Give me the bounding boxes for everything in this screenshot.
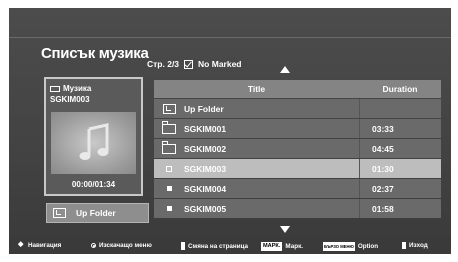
footer-option: БЪРЗО МЕНЮ Option [323,242,378,251]
quick-menu-key: БЪРЗО МЕНЮ [323,242,355,251]
list-item-up-folder[interactable]: Up Folder [154,99,441,118]
album-art [51,112,136,174]
up-folder-icon [162,103,176,114]
list-item-duration: 02:37 [359,179,441,198]
list-item-title: SGKIM004 [184,183,227,194]
list-item-duration: 01:30 [359,159,441,178]
footer-popup-menu: Изскачащо меню [91,242,152,249]
list-item-title: SGKIM001 [184,123,227,134]
footer-navigation: Навигация [18,240,62,249]
footer-navigation-label: Навигация [28,242,62,249]
column-title: Title [247,84,266,94]
music-note-icon [79,123,108,160]
column-duration: Duration [382,84,418,94]
footer-exit: Изход [402,242,428,249]
folder-icon [161,120,176,134]
up-folder-icon [53,208,66,218]
up-folder-button[interactable]: Up Folder [46,203,149,223]
scroll-down-arrow-icon[interactable] [280,226,290,233]
up-folder-button-label: Up Folder [76,208,116,218]
top-divider [9,37,451,38]
list-item-title: SGKIM002 [184,143,227,154]
folder-icon [161,140,176,154]
navigation-icon [18,240,25,249]
file-list: Title Duration Up Folder SGKIM001 03:33 … [154,80,441,218]
footer-page-change: Смяна на страница [181,242,248,250]
list-item[interactable]: SGKIM004 02:37 [154,179,441,198]
list-item-title: Up Folder [184,103,224,114]
usb-device-icon [50,85,60,92]
page-title: Списък музика [41,45,149,62]
list-item-selected[interactable]: SGKIM003 01:30 [154,159,441,178]
footer-help-bar: Навигация Изскачащо меню Смяна на страни… [9,237,451,254]
preview-header: Музика SGKIM003 [50,83,91,105]
ok-button-icon [91,243,96,248]
footer-mark: МАРК. Марк. [261,242,303,251]
footer-mark-label: Марк. [285,243,303,250]
playback-timecode: 00:00/01:34 [71,180,116,189]
list-item-duration [359,99,441,118]
page-button-icon [181,242,185,250]
list-item-duration: 01:58 [359,199,441,218]
page-status: Стр. 2/3 No Marked [147,59,242,69]
list-item[interactable]: SGKIM005 01:58 [154,199,441,218]
preview-folder-label: Музика [63,84,92,93]
list-item[interactable]: SGKIM002 04:45 [154,139,441,158]
scroll-up-arrow-icon[interactable] [280,66,290,73]
preview-panel: Музика SGKIM003 00:00/01:34 [44,77,143,196]
marked-count: No Marked [198,59,242,69]
list-item[interactable]: SGKIM001 03:33 [154,119,441,138]
page-indicator: Стр. 2/3 [147,59,180,69]
music-list-screen: Списък музика Стр. 2/3 No Marked Музика … [9,8,451,254]
list-item-duration: 04:45 [359,139,441,158]
footer-page-change-label: Смяна на страница [188,242,249,250]
file-icon [166,165,172,172]
list-item-duration: 03:33 [359,119,441,138]
mark-key: МАРК. [261,242,283,251]
list-item-title: SGKIM005 [184,203,227,214]
footer-exit-label: Изход [409,242,428,249]
file-icon [166,186,172,191]
checkbox-icon [184,59,194,69]
file-icon [166,206,172,211]
footer-option-label: Option [357,243,379,250]
preview-file-name: SGKIM003 [50,95,90,104]
exit-button-icon [402,242,406,249]
file-list-header: Title Duration [154,80,441,98]
list-item-title: SGKIM003 [184,163,227,174]
footer-popup-menu-label: Изскачащо меню [99,242,152,249]
